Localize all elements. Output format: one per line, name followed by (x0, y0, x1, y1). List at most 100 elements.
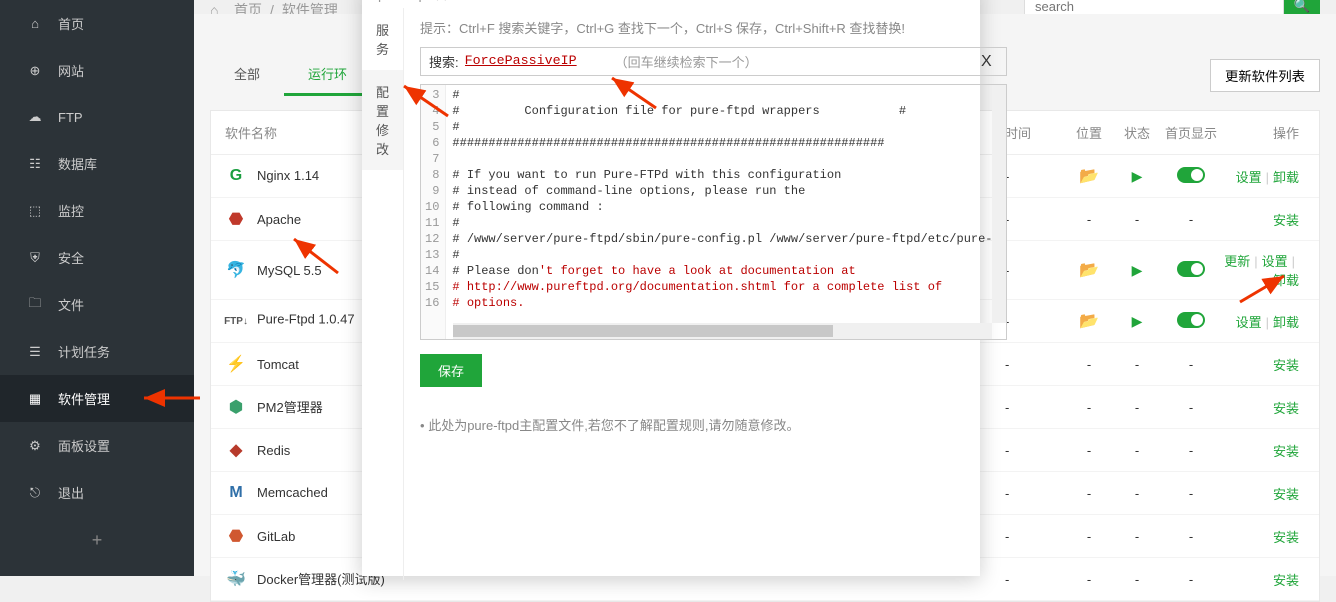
sidebar-item-software[interactable]: ▦ 软件管理 (0, 375, 194, 422)
sidebar-item-monitor[interactable]: ⬚ 监控 (0, 187, 194, 234)
editor-search-bar: 搜索: （回车继续检索下一个） X (420, 47, 1007, 76)
op-link[interactable]: 安装 (1273, 358, 1299, 373)
op-link[interactable]: 安装 (1273, 573, 1299, 588)
modal-tab-service[interactable]: 服务 (362, 8, 403, 70)
update-list-button[interactable]: 更新软件列表 (1210, 59, 1320, 92)
folder-icon: 🗀 (26, 296, 44, 314)
software-icon: 🐳 (225, 568, 247, 590)
software-name: Pure-Ftpd 1.0.47 (257, 312, 355, 327)
ftp-icon: ☁ (26, 108, 44, 126)
software-name: PM2管理器 (257, 400, 323, 415)
gear-icon: ⚙ (26, 437, 44, 455)
software-icon: ⬣ (225, 525, 247, 547)
sidebar-item-label: 面板设置 (58, 436, 110, 455)
software-name: GitLab (257, 529, 295, 544)
sidebar-item-settings[interactable]: ⚙ 面板设置 (0, 422, 194, 469)
modal-tab-config[interactable]: 配置修改 (362, 70, 403, 170)
software-icon: ⚡ (225, 353, 247, 375)
op-link[interactable]: 卸载 (1273, 170, 1299, 185)
software-icon: FTP↓ (225, 310, 247, 332)
scrollbar-thumb[interactable] (453, 325, 833, 337)
play-icon[interactable]: ▶ (1132, 168, 1143, 184)
sidebar-item-cron[interactable]: ☰ 计划任务 (0, 328, 194, 375)
sidebar-item-label: FTP (58, 110, 83, 125)
sidebar-item-db[interactable]: ☷数据库 (0, 140, 194, 187)
modal-main: 提示：Ctrl+F 搜索关键字，Ctrl+G 查找下一个，Ctrl+S 保存，C… (404, 8, 1023, 580)
op-link[interactable]: 安装 (1273, 487, 1299, 502)
vertical-scrollbar[interactable] (992, 85, 1006, 323)
line-gutter: 345678910111213141516 (421, 85, 446, 339)
op-link[interactable]: 卸载 (1273, 315, 1299, 330)
grid-icon: ▦ (26, 390, 44, 408)
op-link[interactable]: 安装 (1273, 530, 1299, 545)
sidebar-item-exit[interactable]: ⎋退出 (0, 469, 194, 516)
col-disp: 首页显示 (1161, 123, 1221, 142)
play-icon[interactable]: ▶ (1132, 262, 1143, 278)
op-link[interactable]: 设置 (1236, 170, 1262, 185)
op-link[interactable]: 更新 (1224, 254, 1250, 269)
col-op: 操作 (1221, 123, 1305, 142)
calendar-icon: ☰ (26, 343, 44, 361)
sidebar-item-home[interactable]: ⌂ 首页 (0, 0, 194, 47)
op-link[interactable]: 卸载 (1273, 273, 1299, 288)
software-icon: ⬢ (225, 396, 247, 418)
folder-icon[interactable]: 📂 (1079, 168, 1099, 185)
play-icon[interactable]: ▶ (1132, 313, 1143, 329)
op-link[interactable]: 安装 (1273, 444, 1299, 459)
tab-env[interactable]: 运行环 (284, 54, 371, 96)
software-name: Nginx 1.14 (257, 168, 319, 183)
sidebar-item-label: 软件管理 (58, 389, 110, 408)
modal-sidebar: 服务 配置修改 (362, 8, 404, 580)
display-toggle[interactable] (1177, 312, 1205, 328)
sidebar-item-label: 网站 (58, 61, 84, 80)
op-link[interactable]: 设置 (1262, 254, 1288, 269)
sidebar-item-security[interactable]: ⛨ 安全 (0, 234, 194, 281)
folder-icon[interactable]: 📂 (1079, 262, 1099, 279)
sidebar-item-label: 安全 (58, 248, 84, 267)
horizontal-scrollbar[interactable] (453, 323, 992, 339)
code-editor[interactable]: 345678910111213141516 # ## Configuration… (420, 84, 1007, 340)
software-icon: M (225, 482, 247, 504)
software-icon: ⬣ (225, 208, 247, 230)
op-link[interactable]: 设置 (1236, 315, 1262, 330)
config-modal: pure-ftpd管理 服务 配置修改 提示：Ctrl+F 搜索关键字，Ctrl… (362, 0, 980, 576)
sidebar-item-ftp[interactable]: ☁ FTP (0, 94, 194, 140)
op-link[interactable]: 安装 (1273, 213, 1299, 228)
op-link[interactable]: 安装 (1273, 401, 1299, 416)
sidebar-add[interactable]: + (0, 516, 194, 565)
save-button[interactable]: 保存 (420, 354, 482, 387)
search-icon: 🔍 (1294, 0, 1311, 14)
chart-icon: ⬚ (26, 202, 44, 220)
tab-all[interactable]: 全部 (210, 54, 284, 96)
globe-icon: ⊕ (26, 62, 44, 80)
software-icon: G (225, 165, 247, 187)
software-icon: 🐬 (225, 259, 247, 281)
software-name: MySQL 5.5 (257, 263, 322, 278)
home-icon: ⌂ (26, 15, 44, 33)
software-icon: ◆ (225, 439, 247, 461)
display-toggle[interactable] (1177, 167, 1205, 183)
software-name: Apache (257, 212, 301, 227)
folder-icon[interactable]: 📂 (1079, 313, 1099, 330)
search-label: 搜索: (429, 52, 459, 71)
software-name: Redis (257, 443, 290, 458)
exit-icon: ⎋ (26, 484, 44, 502)
display-toggle[interactable] (1177, 261, 1205, 277)
search-close-button[interactable]: X (975, 53, 998, 71)
editor-hint: 提示：Ctrl+F 搜索关键字，Ctrl+G 查找下一个，Ctrl+S 保存，C… (420, 18, 1007, 37)
sidebar: ⌂ 首页 ⊕ 网站 ☁ FTP ☷数据库 ⬚ 监控 ⛨ 安全 🗀文件 ☰ 计划任务 ▦ 软件管… (0, 0, 194, 576)
search-continue-hint: （回车继续检索下一个） (615, 52, 975, 71)
shield-icon: ⛨ (26, 249, 44, 267)
sidebar-item-label: 监控 (58, 201, 84, 220)
modal-title: pure-ftpd管理 (362, 0, 980, 8)
sidebar-item-files[interactable]: 🗀文件 (0, 281, 194, 328)
editor-search-input[interactable] (465, 54, 585, 69)
col-stat: 状态 (1113, 123, 1161, 142)
col-loc: 位置 (1065, 123, 1113, 142)
sidebar-item-label: 计划任务 (58, 342, 110, 361)
software-name: Tomcat (257, 357, 299, 372)
sidebar-item-label: 首页 (58, 14, 84, 33)
sidebar-item-site[interactable]: ⊕ 网站 (0, 47, 194, 94)
code-content[interactable]: # ## Configuration file for pure-ftpd wr… (446, 85, 1005, 339)
database-icon: ☷ (26, 155, 44, 173)
